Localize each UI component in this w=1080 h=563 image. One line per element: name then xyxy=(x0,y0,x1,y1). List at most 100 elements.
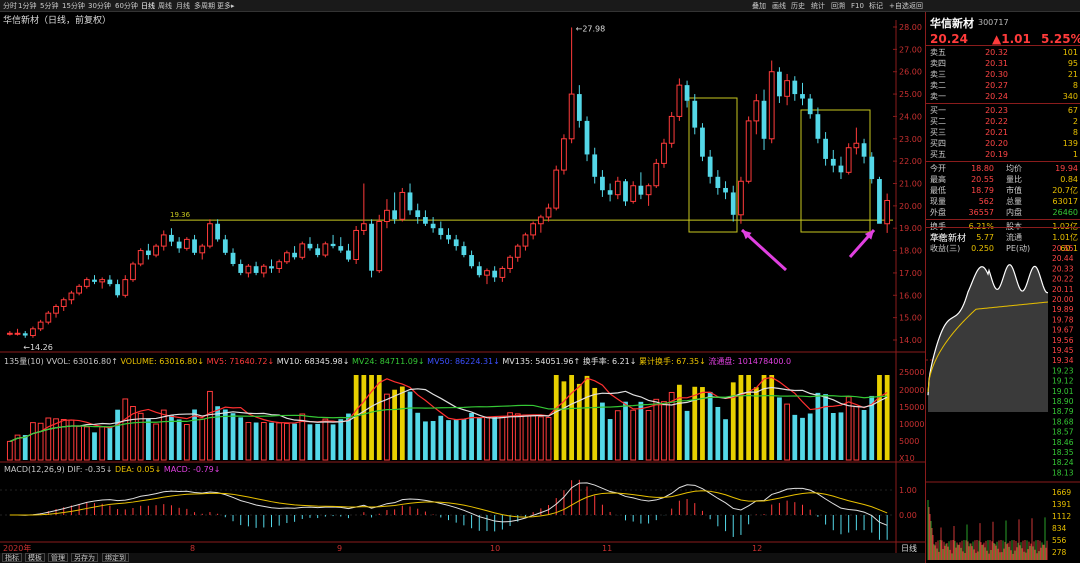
candle-body[interactable] xyxy=(884,199,891,225)
candle-body[interactable] xyxy=(292,252,297,258)
candle-body[interactable] xyxy=(768,71,775,140)
candle-body[interactable] xyxy=(861,143,867,157)
candle-body[interactable] xyxy=(753,100,760,122)
candle-body[interactable] xyxy=(53,305,59,314)
indicator-tab-1[interactable]: 模板 xyxy=(25,553,45,562)
candle-body[interactable] xyxy=(415,210,421,218)
candle-body[interactable] xyxy=(407,192,413,211)
candle-body[interactable] xyxy=(92,279,97,282)
candle-body[interactable] xyxy=(738,180,744,216)
candle-body[interactable] xyxy=(153,245,159,256)
candle-body[interactable] xyxy=(238,263,244,273)
candle-body[interactable] xyxy=(600,176,605,191)
candle-body[interactable] xyxy=(484,270,490,276)
candle-body[interactable] xyxy=(199,245,206,254)
candle-body[interactable] xyxy=(507,256,513,269)
candle-body[interactable] xyxy=(330,243,336,247)
candle-body[interactable] xyxy=(845,147,852,173)
candle-body[interactable] xyxy=(6,332,13,335)
candle-body[interactable] xyxy=(676,84,683,117)
candle-body[interactable] xyxy=(614,180,621,196)
ask-row[interactable]: 卖五 20.32 101 xyxy=(926,47,1080,58)
candle-body[interactable] xyxy=(745,120,752,182)
candle-body[interactable] xyxy=(638,185,644,195)
bid-row[interactable]: 买二 20.22 2 xyxy=(926,116,1080,127)
candle-body[interactable] xyxy=(476,266,482,276)
indicator-tab-3[interactable]: 另存为 xyxy=(71,553,98,562)
candle-body[interactable] xyxy=(169,234,174,242)
candle-body[interactable] xyxy=(14,332,21,335)
candle-body[interactable] xyxy=(369,223,374,271)
candle-body[interactable] xyxy=(438,228,444,235)
candle-body[interactable] xyxy=(137,250,144,265)
candle-body[interactable] xyxy=(107,279,113,285)
ask-row[interactable]: 卖三 20.30 21 xyxy=(926,69,1080,80)
candle-body[interactable] xyxy=(514,245,521,258)
candle-body[interactable] xyxy=(276,261,283,269)
candle-body[interactable] xyxy=(260,265,267,274)
candle-body[interactable] xyxy=(399,191,406,220)
candle-body[interactable] xyxy=(561,138,567,171)
candle-body[interactable] xyxy=(645,185,652,196)
candle-body[interactable] xyxy=(684,85,690,101)
candle-body[interactable] xyxy=(284,252,290,263)
candle-body[interactable] xyxy=(130,263,136,281)
candle-body[interactable] xyxy=(215,223,221,240)
candle-body[interactable] xyxy=(730,192,736,215)
intraday-chart[interactable]: 20.5520.4420.33 20.2220.1120.0019.8919.78… xyxy=(926,242,1080,560)
candle-body[interactable] xyxy=(160,234,167,247)
candle-body[interactable] xyxy=(392,210,398,220)
candle-body[interactable] xyxy=(315,248,321,256)
candle-body[interactable] xyxy=(661,142,667,164)
candle-body[interactable] xyxy=(253,266,259,273)
bid-row[interactable]: 买五 20.19 1 xyxy=(926,149,1080,160)
candle-body[interactable] xyxy=(322,243,329,256)
candle-body[interactable] xyxy=(469,255,474,267)
candle-body[interactable] xyxy=(453,239,459,247)
candle-body[interactable] xyxy=(307,243,313,249)
candle-body[interactable] xyxy=(222,239,228,253)
candle-body[interactable] xyxy=(792,80,798,95)
candle-body[interactable] xyxy=(668,115,675,144)
candle-body[interactable] xyxy=(499,267,506,278)
candle-body[interactable] xyxy=(338,246,344,251)
candle-body[interactable] xyxy=(207,223,213,247)
candle-body[interactable] xyxy=(83,279,90,287)
candle-body[interactable] xyxy=(653,162,660,187)
candle-body[interactable] xyxy=(68,292,75,301)
candle-body[interactable] xyxy=(30,328,36,337)
candle-body[interactable] xyxy=(360,223,367,231)
bid-row[interactable]: 买四 20.20 139 xyxy=(926,138,1080,149)
candle-body[interactable] xyxy=(522,234,529,247)
candle-body[interactable] xyxy=(230,252,236,264)
candle-body[interactable] xyxy=(877,179,882,224)
candle-body[interactable] xyxy=(715,176,721,188)
candle-body[interactable] xyxy=(145,250,151,256)
candle-body[interactable] xyxy=(607,190,613,195)
candle-body[interactable] xyxy=(584,120,590,155)
candle-body[interactable] xyxy=(700,127,705,157)
candle-body[interactable] xyxy=(545,207,552,218)
candle-body[interactable] xyxy=(76,285,82,294)
candle-body[interactable] xyxy=(777,71,782,97)
candle-body[interactable] xyxy=(461,246,467,256)
candle-body[interactable] xyxy=(115,284,120,296)
bid-row[interactable]: 买一 20.23 67 xyxy=(926,105,1080,116)
candle-body[interactable] xyxy=(45,312,52,323)
candle-body[interactable] xyxy=(830,158,836,166)
candle-body[interactable] xyxy=(553,169,560,209)
candle-body[interactable] xyxy=(807,98,813,115)
indicator-tab-2[interactable]: 管理 xyxy=(48,553,68,562)
candle-body[interactable] xyxy=(630,185,637,202)
candle-body[interactable] xyxy=(423,217,428,224)
candle-body[interactable] xyxy=(22,333,28,336)
candle-body[interactable] xyxy=(537,216,544,225)
candle-body[interactable] xyxy=(492,270,498,278)
candle-body[interactable] xyxy=(192,239,197,253)
candle-body[interactable] xyxy=(823,138,828,159)
candle-body[interactable] xyxy=(576,94,582,121)
candle-body[interactable] xyxy=(592,154,598,177)
candle-body[interactable] xyxy=(838,165,844,173)
candle-body[interactable] xyxy=(853,142,860,149)
candle-body[interactable] xyxy=(869,156,875,180)
